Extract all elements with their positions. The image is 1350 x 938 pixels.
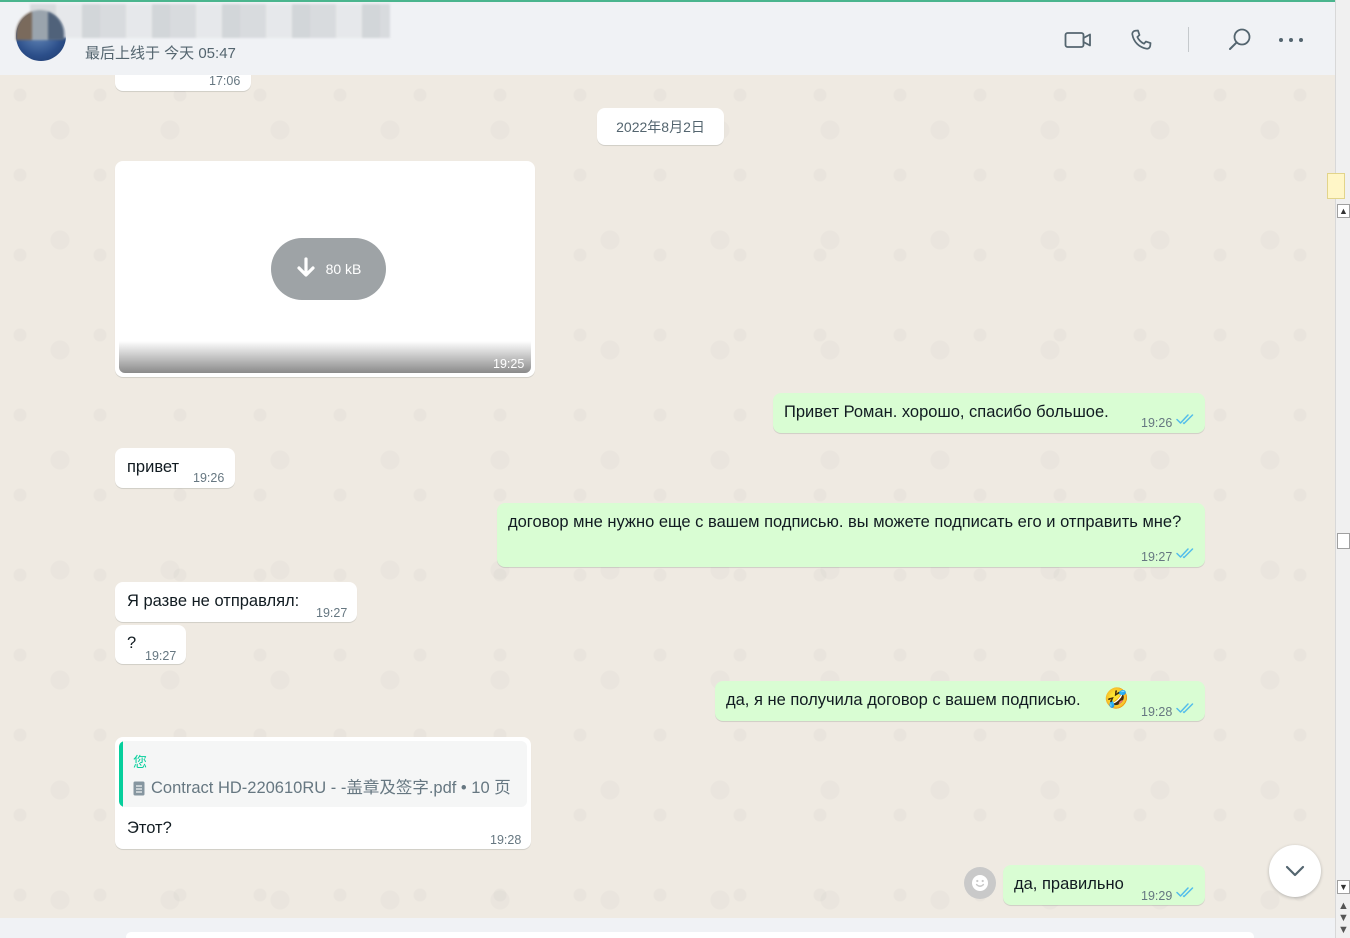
message-time: 19:27 — [316, 606, 348, 620]
laughing-emoji: 🤣 — [1104, 686, 1129, 710]
date-separator: 2022年8月2日 — [597, 108, 724, 145]
outgoing-message[interactable]: да, правильно 19:29 — [1003, 865, 1205, 905]
message-time: 19:29 — [1141, 889, 1173, 903]
incoming-message[interactable]: ? 19:27 — [115, 625, 186, 664]
page-scroll-arrows-icon[interactable]: ▲ ▼ ▼ — [1337, 900, 1350, 936]
search-icon[interactable] — [1225, 25, 1255, 55]
message-time: 17:06 — [209, 75, 241, 88]
read-ticks-icon — [1176, 703, 1194, 714]
quote-accent-bar — [119, 741, 123, 807]
chevron-down-icon — [1285, 865, 1305, 877]
message-text: да, правильно — [1014, 875, 1124, 893]
download-button[interactable]: 80 kB — [271, 238, 386, 300]
message-text: Я разве не отправлял: — [127, 592, 300, 610]
message-time: 19:27 — [1141, 550, 1173, 564]
message-text: да, я не получила договор с вашем подпис… — [726, 691, 1081, 709]
message-time: 19:26 — [1141, 416, 1173, 430]
download-size: 80 kB — [325, 260, 362, 277]
window-scrollbar[interactable]: ▲ ▼ ▲ ▼ ▼ — [1327, 0, 1350, 938]
quoted-message[interactable]: 您 Contract HD-220610RU - -盖章及签字.pdf • 10… — [119, 741, 527, 807]
outgoing-message[interactable]: договор мне нужно еще с вашем подписью. … — [497, 503, 1205, 567]
scroll-marker — [1327, 173, 1345, 199]
message-time: 19:25 — [493, 357, 525, 371]
scroll-to-bottom-button[interactable] — [1269, 845, 1321, 897]
message-composer-bar — [0, 918, 1335, 938]
read-ticks-icon — [1176, 414, 1194, 425]
contact-name-redacted — [30, 4, 390, 38]
outgoing-message[interactable]: Привет Роман. хорошо, спасибо большое. 1… — [773, 393, 1205, 433]
more-menu-icon[interactable] — [1276, 25, 1306, 55]
read-ticks-icon — [1176, 548, 1194, 559]
message-text: Этот? — [127, 819, 172, 837]
chat-header: 最后上线于 今天 05:47 — [0, 2, 1335, 75]
message-time: 19:28 — [1141, 705, 1173, 719]
previous-message-bubble: 17:06 — [115, 75, 251, 91]
quote-file: Contract HD-220610RU - -盖章及签字.pdf • 10 页 — [133, 777, 511, 800]
chat-panel[interactable]: 17:06 2022年8月2日 80 kB 19:25 Привет Роман… — [0, 75, 1335, 918]
smiley-icon — [972, 875, 988, 891]
quote-file-name: Contract HD-220610RU - -盖章及签字.pdf • 10 页 — [151, 779, 511, 797]
message-time: 19:26 — [193, 471, 225, 485]
outgoing-message[interactable]: да, я не получила договор с вашем подпис… — [715, 681, 1205, 721]
incoming-message[interactable]: Я разве не отправлял: 19:27 — [115, 582, 357, 622]
quote-author: 您 — [133, 754, 147, 770]
message-input[interactable] — [126, 932, 1254, 938]
document-icon — [133, 781, 145, 796]
message-text: ? — [127, 634, 137, 652]
read-ticks-icon — [1176, 887, 1194, 898]
media-bottom-gradient — [119, 341, 531, 373]
message-text: привет — [127, 458, 180, 476]
react-emoji-button[interactable] — [964, 867, 996, 899]
download-arrow-icon — [296, 257, 315, 277]
message-time: 19:27 — [145, 649, 177, 663]
header-separator — [1188, 27, 1189, 52]
message-text: Привет Роман. хорошо, спасибо большое. — [784, 403, 1109, 421]
media-thumbnail: 80 kB 19:25 — [119, 165, 531, 373]
voice-call-icon[interactable] — [1126, 25, 1156, 55]
message-time: 19:28 — [490, 833, 522, 847]
video-call-icon[interactable] — [1063, 25, 1093, 55]
last-seen-status: 最后上线于 今天 05:47 — [85, 45, 236, 62]
scroll-down-arrow-icon[interactable]: ▼ — [1337, 880, 1350, 894]
scroll-up-arrow-icon[interactable]: ▲ — [1337, 204, 1350, 218]
media-message[interactable]: 80 kB 19:25 — [115, 161, 535, 377]
scroll-thumb[interactable] — [1337, 533, 1350, 549]
incoming-message[interactable]: привет 19:26 — [115, 448, 235, 488]
message-text: договор мне нужно еще с вашем подписью. … — [508, 513, 1182, 531]
incoming-reply-message[interactable]: 您 Contract HD-220610RU - -盖章及签字.pdf • 10… — [115, 737, 531, 849]
